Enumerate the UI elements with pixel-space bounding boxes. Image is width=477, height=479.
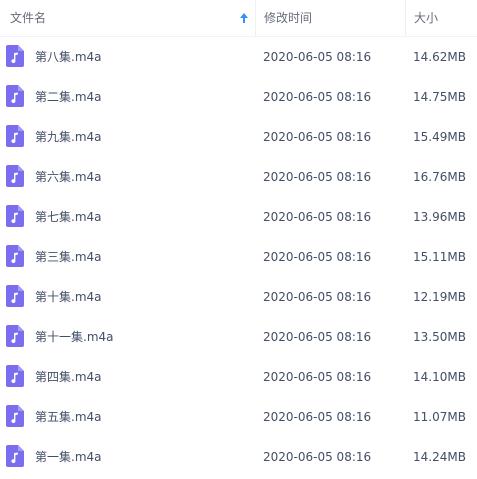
file-list: 文件名 修改时间 大小 第八集.m4a 2020-06-05 08:16 14.…: [0, 0, 477, 479]
audio-file-icon: [6, 365, 24, 387]
file-name[interactable]: 第十一集.m4a: [35, 317, 114, 357]
file-name[interactable]: 第六集.m4a: [35, 157, 102, 197]
audio-file-icon: [6, 85, 24, 107]
file-size: 12.19MB: [413, 290, 466, 304]
file-size: 13.50MB: [413, 330, 466, 344]
file-row[interactable]: 第五集.m4a 2020-06-05 08:16 11.07MB: [0, 397, 477, 437]
file-modified-time: 2020-06-05 08:16: [263, 170, 372, 184]
file-name[interactable]: 第十集.m4a: [35, 277, 102, 317]
file-modified-time: 2020-06-05 08:16: [263, 410, 372, 424]
column-header-name[interactable]: 文件名: [0, 0, 255, 37]
audio-file-icon: [6, 405, 24, 427]
file-row[interactable]: 第二集.m4a 2020-06-05 08:16 14.75MB: [0, 77, 477, 117]
file-modified-time: 2020-06-05 08:16: [263, 50, 372, 64]
audio-file-icon: [6, 125, 24, 147]
file-name[interactable]: 第九集.m4a: [35, 117, 102, 157]
audio-file-icon: [6, 245, 24, 267]
file-row[interactable]: 第四集.m4a 2020-06-05 08:16 14.10MB: [0, 357, 477, 397]
file-list-header: 文件名 修改时间 大小: [0, 0, 477, 37]
file-size: 13.96MB: [413, 210, 466, 224]
file-size: 15.49MB: [413, 130, 466, 144]
audio-file-icon: [6, 205, 24, 227]
column-header-name-label: 文件名: [10, 11, 47, 25]
file-modified-time: 2020-06-05 08:16: [263, 210, 372, 224]
file-size: 11.07MB: [413, 410, 466, 424]
file-size: 15.11MB: [413, 250, 466, 264]
file-name[interactable]: 第四集.m4a: [35, 357, 102, 397]
file-size: 14.10MB: [413, 370, 466, 384]
file-size: 16.76MB: [413, 170, 466, 184]
file-size: 14.62MB: [413, 50, 466, 64]
audio-file-icon: [6, 285, 24, 307]
sort-ascending-arrow-icon[interactable]: [238, 11, 250, 25]
file-modified-time: 2020-06-05 08:16: [263, 330, 372, 344]
audio-file-icon: [6, 445, 24, 467]
file-name[interactable]: 第七集.m4a: [35, 197, 102, 237]
file-modified-time: 2020-06-05 08:16: [263, 450, 372, 464]
file-name[interactable]: 第二集.m4a: [35, 77, 102, 117]
file-modified-time: 2020-06-05 08:16: [263, 130, 372, 144]
file-modified-time: 2020-06-05 08:16: [263, 250, 372, 264]
file-modified-time: 2020-06-05 08:16: [263, 370, 372, 384]
file-row[interactable]: 第八集.m4a 2020-06-05 08:16 14.62MB: [0, 37, 477, 77]
column-header-size[interactable]: 大小: [405, 0, 477, 37]
column-header-modified-label: 修改时间: [264, 11, 313, 25]
column-header-size-label: 大小: [414, 11, 439, 25]
file-name[interactable]: 第一集.m4a: [35, 437, 102, 477]
file-row[interactable]: 第十一集.m4a 2020-06-05 08:16 13.50MB: [0, 317, 477, 357]
file-row[interactable]: 第三集.m4a 2020-06-05 08:16 15.11MB: [0, 237, 477, 277]
file-modified-time: 2020-06-05 08:16: [263, 90, 372, 104]
file-row[interactable]: 第六集.m4a 2020-06-05 08:16 16.76MB: [0, 157, 477, 197]
audio-file-icon: [6, 165, 24, 187]
file-name[interactable]: 第三集.m4a: [35, 237, 102, 277]
file-name[interactable]: 第五集.m4a: [35, 397, 102, 437]
file-row[interactable]: 第九集.m4a 2020-06-05 08:16 15.49MB: [0, 117, 477, 157]
file-row[interactable]: 第七集.m4a 2020-06-05 08:16 13.96MB: [0, 197, 477, 237]
audio-file-icon: [6, 325, 24, 347]
audio-file-icon: [6, 45, 24, 67]
file-row[interactable]: 第十集.m4a 2020-06-05 08:16 12.19MB: [0, 277, 477, 317]
file-row[interactable]: 第一集.m4a 2020-06-05 08:16 14.24MB: [0, 437, 477, 477]
file-size: 14.24MB: [413, 450, 466, 464]
file-modified-time: 2020-06-05 08:16: [263, 290, 372, 304]
file-name[interactable]: 第八集.m4a: [35, 37, 102, 77]
column-header-modified[interactable]: 修改时间: [255, 0, 405, 37]
file-size: 14.75MB: [413, 90, 466, 104]
